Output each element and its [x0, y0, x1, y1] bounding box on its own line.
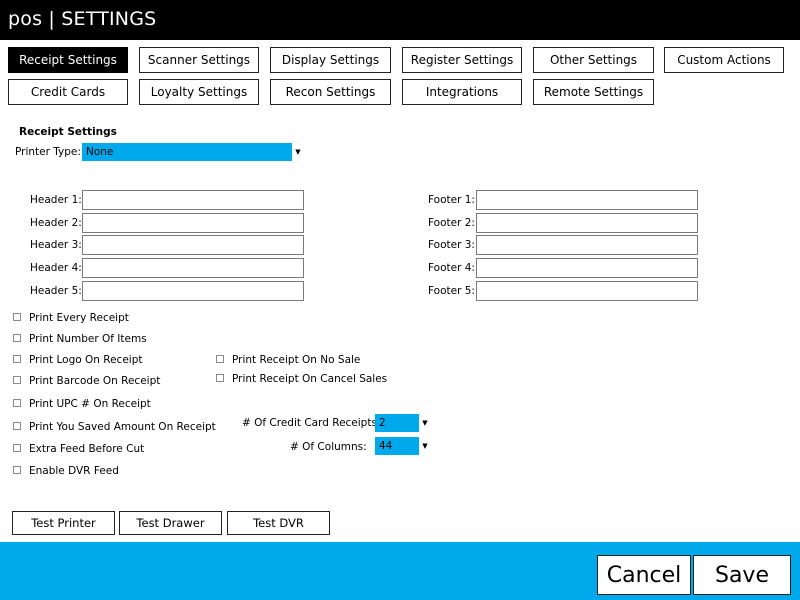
printer-type-value: None	[86, 146, 114, 158]
print-receipt-no-sale-checkbox[interactable]	[216, 355, 224, 363]
footer-2-input[interactable]	[476, 213, 698, 233]
tab-register-settings[interactable]: Register Settings	[402, 47, 522, 73]
print-barcode-label: Print Barcode On Receipt	[29, 375, 161, 387]
print-you-saved-checkbox[interactable]	[13, 422, 21, 430]
extra-feed-checkbox[interactable]	[13, 444, 21, 452]
section-title: Receipt Settings	[19, 126, 117, 138]
credit-card-receipts-value: 2	[379, 417, 386, 429]
save-button[interactable]: Save	[693, 555, 791, 595]
tab-loyalty-settings[interactable]: Loyalty Settings	[139, 79, 259, 105]
tab-integrations[interactable]: Integrations	[402, 79, 522, 105]
print-number-of-items-checkbox[interactable]	[13, 334, 21, 342]
print-upc-label: Print UPC # On Receipt	[29, 398, 151, 410]
credit-card-receipts-select[interactable]: 2 ▼	[375, 414, 431, 432]
enable-dvr-feed-label: Enable DVR Feed	[29, 465, 119, 477]
header-3-input[interactable]	[82, 235, 304, 255]
print-every-receipt-checkbox[interactable]	[13, 313, 21, 321]
enable-dvr-feed-checkbox[interactable]	[13, 466, 21, 474]
chevron-down-icon: ▼	[292, 143, 304, 161]
tab-display-settings[interactable]: Display Settings	[270, 47, 391, 73]
columns-label: # Of Columns:	[290, 441, 367, 453]
header-1-input[interactable]	[82, 190, 304, 210]
header-2-label: Header 2:	[30, 217, 82, 229]
header-5-input[interactable]	[82, 281, 304, 301]
extra-feed-label: Extra Feed Before Cut	[29, 443, 145, 455]
credit-card-receipts-label: # Of Credit Card Receipts:	[242, 417, 381, 429]
header-1-label: Header 1:	[30, 194, 82, 206]
footer-5-input[interactable]	[476, 281, 698, 301]
tab-custom-actions[interactable]: Custom Actions	[664, 47, 784, 73]
chevron-down-icon: ▼	[419, 414, 431, 432]
columns-value: 44	[379, 440, 393, 452]
printer-type-select[interactable]: None ▼	[82, 143, 304, 161]
footer-3-label: Footer 3:	[428, 239, 475, 251]
print-receipt-cancel-sales-label: Print Receipt On Cancel Sales	[232, 373, 388, 385]
footer-5-label: Footer 5:	[428, 285, 475, 297]
print-logo-checkbox[interactable]	[13, 355, 21, 363]
tab-recon-settings[interactable]: Recon Settings	[270, 79, 391, 105]
print-every-receipt-label: Print Every Receipt	[29, 312, 129, 324]
tab-remote-settings[interactable]: Remote Settings	[533, 79, 654, 105]
print-you-saved-label: Print You Saved Amount On Receipt	[29, 421, 216, 433]
app-title: pos | SETTINGS	[8, 8, 157, 30]
tab-receipt-settings[interactable]: Receipt Settings	[8, 47, 128, 73]
test-printer-button[interactable]: Test Printer	[12, 511, 115, 535]
footer-1-input[interactable]	[476, 190, 698, 210]
tab-other-settings[interactable]: Other Settings	[533, 47, 654, 73]
printer-type-label: Printer Type:	[15, 146, 81, 158]
footer-1-label: Footer 1:	[428, 194, 475, 206]
print-receipt-no-sale-label: Print Receipt On No Sale	[232, 354, 361, 366]
footer-3-input[interactable]	[476, 235, 698, 255]
title-bar: pos | SETTINGS	[0, 0, 800, 40]
cancel-button[interactable]: Cancel	[597, 555, 691, 595]
print-barcode-checkbox[interactable]	[13, 376, 21, 384]
print-upc-checkbox[interactable]	[13, 399, 21, 407]
columns-select[interactable]: 44 ▼	[375, 437, 431, 455]
footer-4-input[interactable]	[476, 258, 698, 278]
tab-scanner-settings[interactable]: Scanner Settings	[139, 47, 259, 73]
footer-4-label: Footer 4:	[428, 262, 475, 274]
header-4-label: Header 4:	[30, 262, 82, 274]
header-4-input[interactable]	[82, 258, 304, 278]
tab-credit-cards[interactable]: Credit Cards	[8, 79, 128, 105]
header-5-label: Header 5:	[30, 285, 82, 297]
header-3-label: Header 3:	[30, 239, 82, 251]
chevron-down-icon: ▼	[419, 437, 431, 455]
print-logo-label: Print Logo On Receipt	[29, 354, 143, 366]
header-2-input[interactable]	[82, 213, 304, 233]
footer-2-label: Footer 2:	[428, 217, 475, 229]
test-dvr-button[interactable]: Test DVR	[227, 511, 330, 535]
print-receipt-cancel-sales-checkbox[interactable]	[216, 374, 224, 382]
print-number-of-items-label: Print Number Of Items	[29, 333, 147, 345]
test-drawer-button[interactable]: Test Drawer	[119, 511, 222, 535]
